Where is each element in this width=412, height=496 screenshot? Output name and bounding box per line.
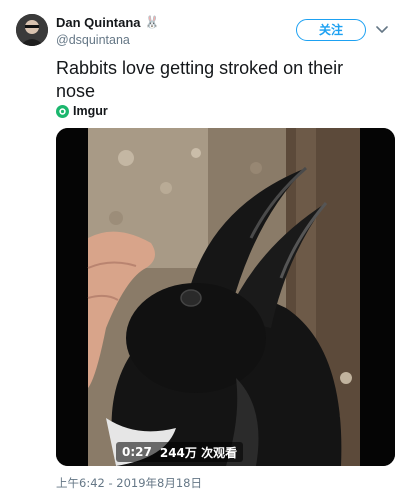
user-handle[interactable]: @dsquintana xyxy=(56,32,159,48)
video-view-count: 244万 次观看 xyxy=(159,445,238,460)
display-name[interactable]: Dan Quintana 🐰 xyxy=(56,14,159,31)
chevron-down-icon[interactable] xyxy=(376,26,388,34)
rabbit-emoji: 🐰 xyxy=(144,15,160,29)
video-overlay: 0:27 244万 次观看 xyxy=(116,442,244,462)
follow-button[interactable]: 关注 xyxy=(296,19,366,41)
source-label[interactable]: Imgur xyxy=(73,104,108,118)
media-source[interactable]: Imgur xyxy=(56,104,108,118)
tweet-card: Dan Quintana 🐰 @dsquintana 关注 Rabbits lo… xyxy=(0,0,412,496)
video-duration: 0:27 xyxy=(122,445,152,459)
user-info: Dan Quintana 🐰 @dsquintana xyxy=(56,14,159,48)
video-frame xyxy=(56,128,395,466)
display-name-text[interactable]: Dan Quintana xyxy=(56,14,141,31)
imgur-icon xyxy=(56,104,69,118)
avatar[interactable] xyxy=(16,14,48,46)
video-player[interactable]: 0:27 244万 次观看 xyxy=(56,128,395,466)
tweet-timestamp[interactable]: 上午6:42 - 2019年8月18日 xyxy=(56,475,202,491)
tweet-text: Rabbits love getting stroked on their no… xyxy=(56,58,349,101)
